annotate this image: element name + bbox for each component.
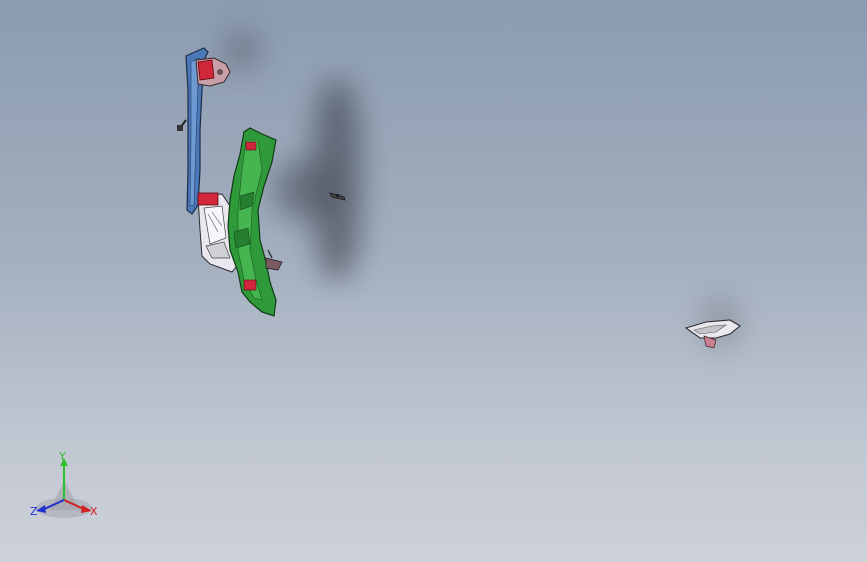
- right-bracket-part[interactable]: [684, 319, 741, 349]
- model-scene[interactable]: [0, 0, 867, 562]
- top-bracket-part[interactable]: [195, 57, 231, 87]
- y-axis-label: Y: [59, 450, 66, 463]
- small-bolt-part[interactable]: [329, 192, 346, 201]
- pillar-panel-part[interactable]: [227, 127, 283, 317]
- x-axis-label: X: [90, 505, 98, 518]
- view-triad[interactable]: [30, 450, 110, 530]
- graphics-viewport[interactable]: Y X Z: [0, 0, 867, 562]
- z-axis-label: Z: [30, 505, 38, 518]
